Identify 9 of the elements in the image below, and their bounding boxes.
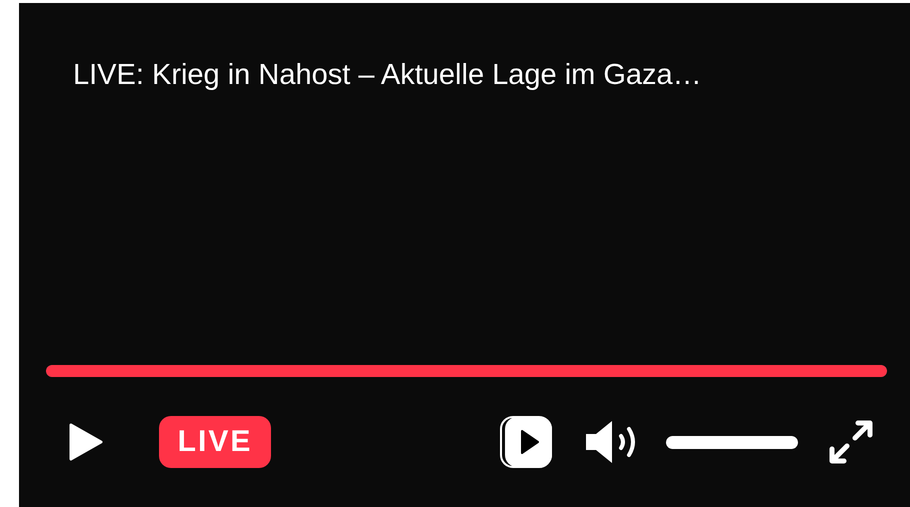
live-badge: LIVE	[159, 416, 271, 468]
play-icon	[69, 423, 103, 461]
fullscreen-button[interactable]	[828, 419, 874, 465]
mini-player-button[interactable]	[499, 415, 554, 469]
video-title: LIVE: Krieg in Nahost – Aktuelle Lage im Gaza…	[73, 58, 703, 93]
play-square-icon	[499, 415, 554, 469]
play-button[interactable]	[69, 423, 103, 461]
volume-slider[interactable]	[666, 436, 798, 448]
fullscreen-icon	[828, 419, 874, 465]
